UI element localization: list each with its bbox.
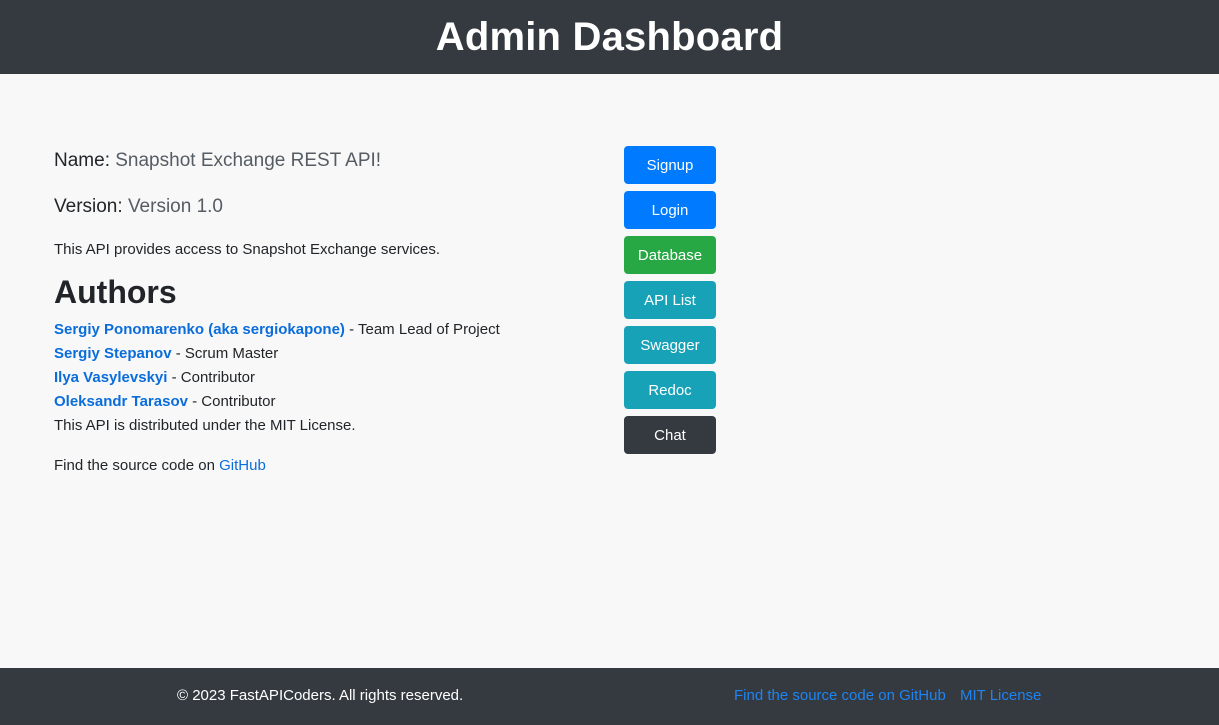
- api-version: Version: Version 1.0: [54, 196, 224, 217]
- copyright-text: © 2023 FastAPICoders. All rights reserve…: [177, 687, 464, 704]
- footer-links: Find the source code on GitHub MIT Licen…: [734, 687, 1051, 704]
- author-item: Sergiy Ponomarenko (aka sergiokapone) - …: [54, 318, 594, 342]
- license-text: This API is distributed under the MIT Li…: [54, 417, 356, 434]
- author-item: Oleksandr Tarasov - Contributor: [54, 390, 594, 414]
- api-name: Name: Snapshot Exchange REST API!: [54, 150, 382, 171]
- page-footer: © 2023 FastAPICoders. All rights reserve…: [0, 668, 1219, 725]
- redoc-button[interactable]: Redoc: [624, 371, 716, 409]
- api-version-label: Version: [54, 196, 118, 217]
- author-role: - Contributor: [171, 369, 255, 386]
- swagger-button[interactable]: Swagger: [624, 326, 716, 364]
- login-button[interactable]: Login: [624, 191, 716, 229]
- github-link[interactable]: GitHub: [219, 457, 266, 474]
- footer-github-link[interactable]: Find the source code on GitHub: [734, 687, 946, 704]
- api-version-value: Version 1.0: [127, 196, 224, 217]
- page-title: Admin Dashboard: [435, 14, 784, 59]
- signup-button[interactable]: Signup: [624, 146, 716, 184]
- source-code-text: Find the source code on: [54, 457, 215, 474]
- page-header: Admin Dashboard: [0, 0, 1219, 74]
- author-role: - Scrum Master: [175, 345, 279, 362]
- database-button[interactable]: Database: [624, 236, 716, 274]
- api-info-panel: Name: Snapshot Exchange REST API! Versio…: [54, 146, 594, 478]
- api-name-value: Snapshot Exchange REST API!: [115, 150, 382, 171]
- author-link[interactable]: Sergiy Ponomarenko (aka sergiokapone): [54, 321, 345, 338]
- api-description: This API provides access to Snapshot Exc…: [54, 241, 441, 258]
- author-link[interactable]: Sergiy Stepanov: [54, 345, 172, 362]
- author-item: Sergiy Stepanov - Scrum Master: [54, 342, 594, 366]
- source-code-line: Find the source code on GitHub: [54, 454, 594, 478]
- action-buttons: Signup Login Database API List Swagger R…: [624, 146, 716, 461]
- footer-license-link[interactable]: MIT License: [960, 687, 1041, 704]
- api-name-label: Name: [54, 150, 105, 171]
- author-link[interactable]: Ilya Vasylevskyi: [54, 369, 167, 386]
- author-role: - Team Lead of Project: [349, 321, 500, 338]
- author-item: Ilya Vasylevskyi - Contributor: [54, 366, 594, 390]
- author-link[interactable]: Oleksandr Tarasov: [54, 393, 188, 410]
- authors-heading: Authors: [54, 274, 177, 310]
- api-list-button[interactable]: API List: [624, 281, 716, 319]
- chat-button[interactable]: Chat: [624, 416, 716, 454]
- author-role: - Contributor: [192, 393, 276, 410]
